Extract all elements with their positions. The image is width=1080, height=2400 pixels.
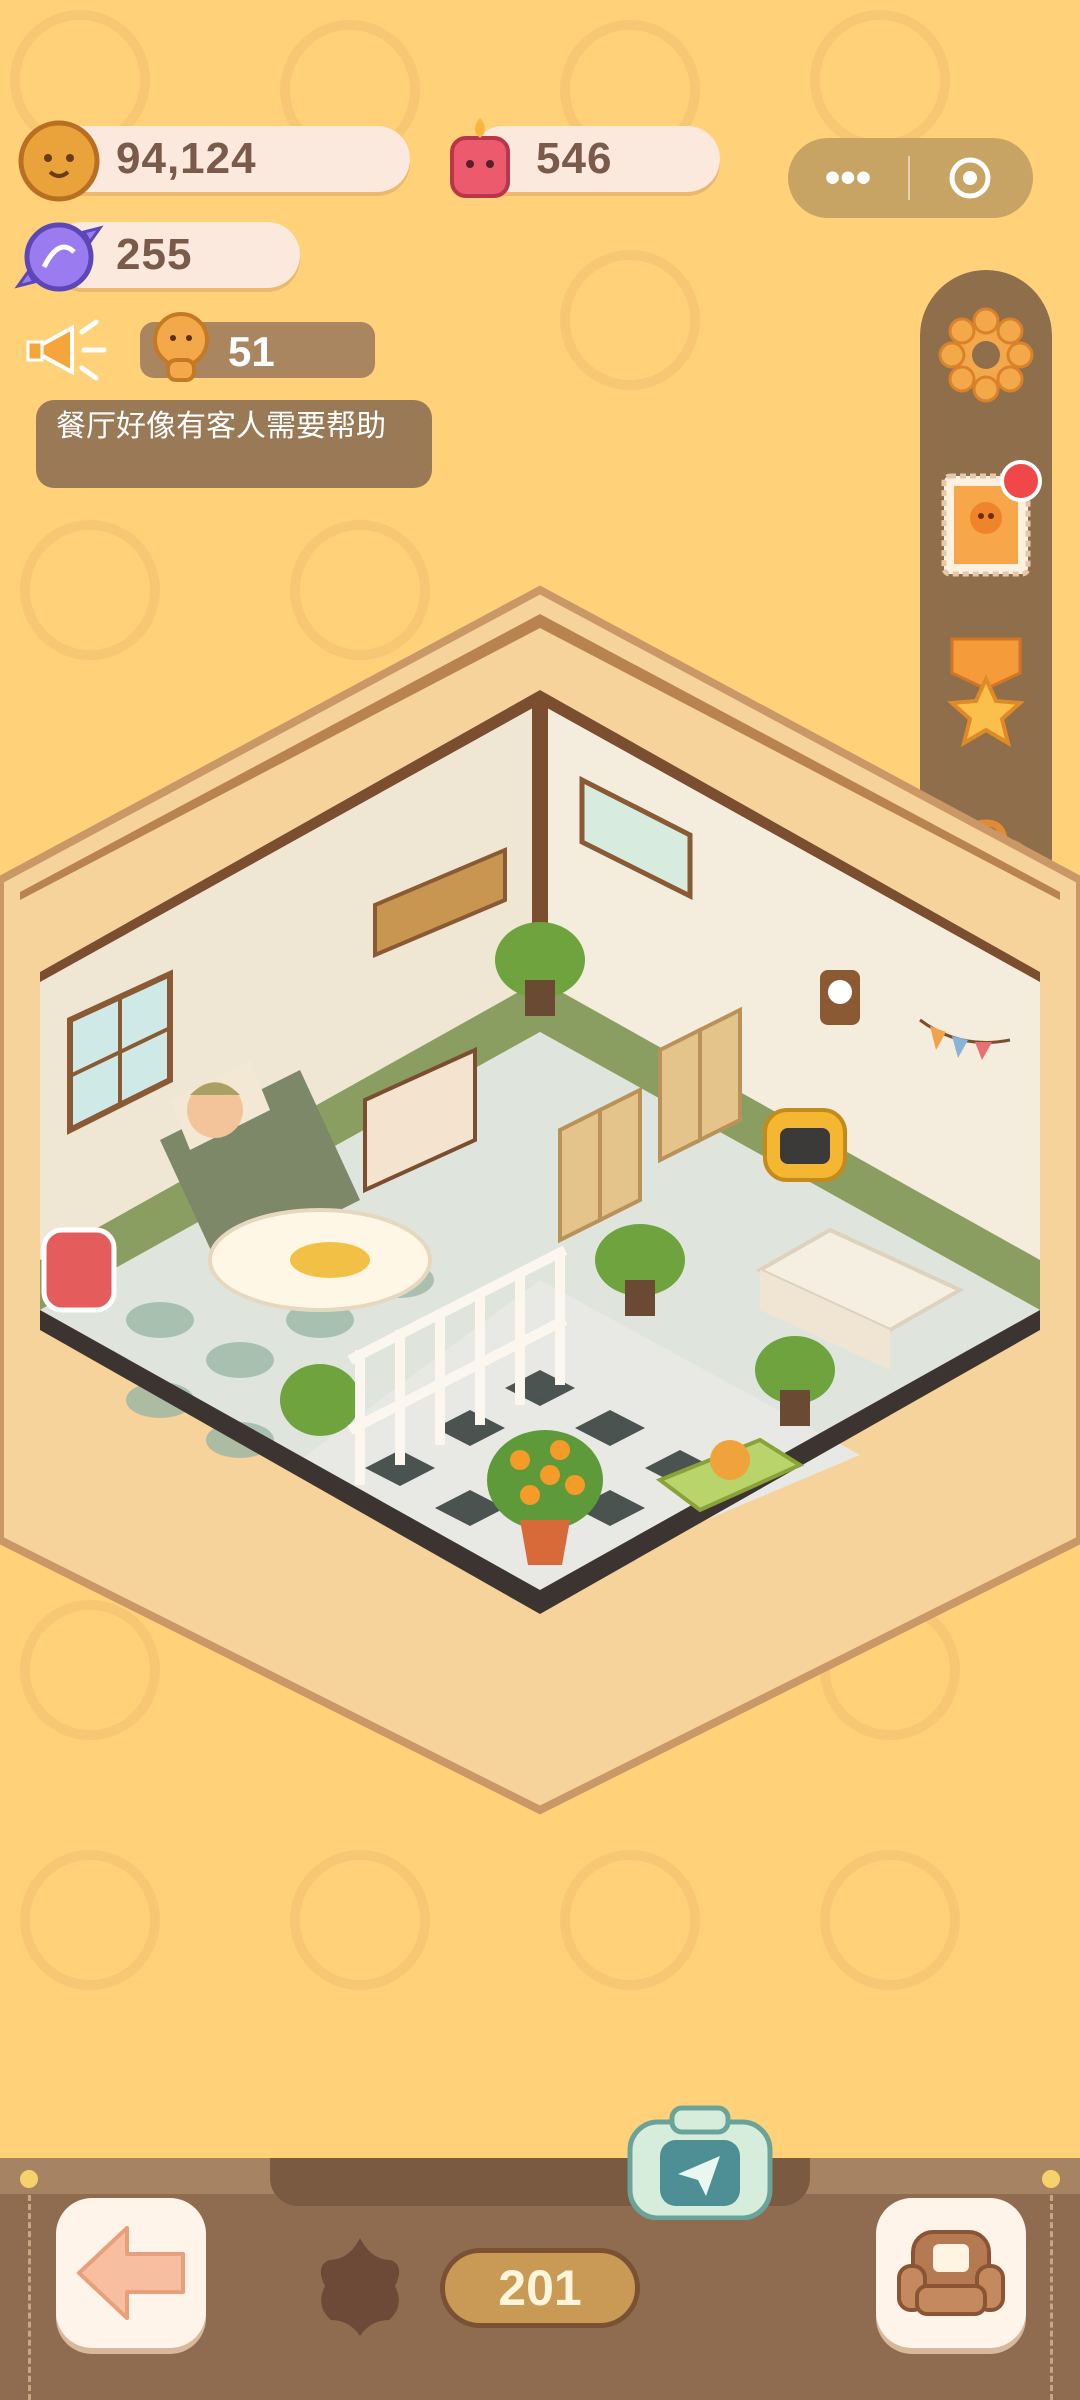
armchair-icon [897, 2230, 1005, 2316]
stitch-left [28, 2195, 31, 2400]
camera-send-icon [627, 2105, 773, 2221]
room-scene[interactable] [0, 580, 1080, 1820]
back-button[interactable] [56, 2198, 206, 2348]
decor-pin-left [20, 2170, 38, 2188]
level-count-value: 201 [498, 2260, 582, 2316]
more-menu-icon[interactable]: ••• [788, 156, 908, 200]
arrow-left-icon [77, 2226, 185, 2320]
candy-icon [14, 212, 104, 302]
cookie-icon [16, 118, 102, 204]
stitch-right [1050, 2195, 1053, 2400]
gear-icon [938, 307, 1034, 403]
level-counter: 201 [440, 2248, 640, 2328]
cookie-counter[interactable]: 94,124 [50, 126, 410, 192]
notice-count: 51 [228, 328, 275, 375]
notice-message[interactable]: 餐厅好像有客人需要帮助 [36, 400, 432, 488]
cookie-guest-icon [146, 308, 216, 384]
candle-gem-icon [440, 114, 520, 204]
collection-star-icon[interactable] [305, 2232, 415, 2342]
settings-button[interactable] [936, 300, 1036, 410]
close-target-icon[interactable] [910, 155, 1030, 201]
candy-value: 255 [116, 230, 193, 279]
cookie-value: 94,124 [116, 134, 257, 183]
mini-program-capsule: ••• [788, 138, 1033, 218]
camera-button[interactable] [620, 2100, 780, 2221]
megaphone-icon [22, 310, 112, 390]
furniture-button[interactable] [876, 2198, 1026, 2348]
decor-pin-right [1042, 2170, 1060, 2188]
notification-badge [1000, 460, 1042, 502]
gem-value: 546 [536, 134, 613, 183]
